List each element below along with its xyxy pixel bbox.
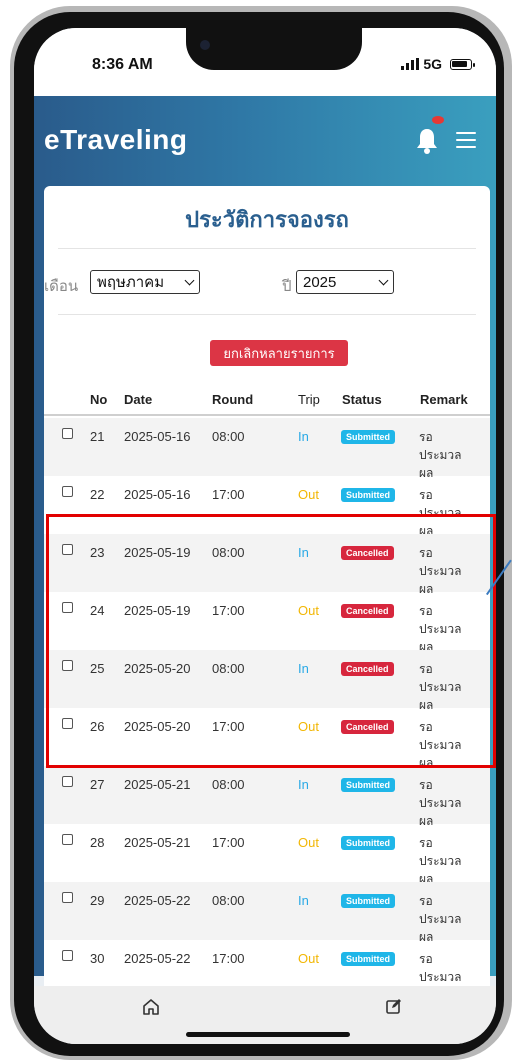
divider (58, 248, 476, 249)
status-badge: Submitted (341, 836, 395, 850)
row-trip: In (298, 429, 309, 444)
row-trip: In (298, 893, 309, 908)
table-row[interactable]: 30 2025-05-22 17:00 Out Submitted รอประมวลผล (44, 940, 490, 986)
row-round: 08:00 (212, 893, 245, 908)
row-trip: Out (298, 951, 319, 966)
header-trip: Trip (298, 392, 320, 407)
notification-dot (432, 116, 444, 124)
year-select[interactable]: 2025 (296, 270, 394, 294)
row-round: 17:00 (212, 951, 245, 966)
home-icon[interactable] (142, 998, 160, 1016)
camera-dot (200, 40, 210, 50)
row-date: 2025-05-21 (124, 777, 191, 792)
status-badge: Submitted (341, 488, 395, 502)
signal-icon (401, 58, 420, 70)
hamburger-icon[interactable] (456, 132, 476, 148)
row-no: 22 (90, 487, 105, 502)
status-badge: Submitted (341, 952, 395, 966)
year-label: ปี (282, 278, 292, 295)
header-status: Status (342, 392, 382, 407)
header-round: Round (212, 392, 254, 407)
row-date: 2025-05-21 (124, 835, 191, 850)
year-select-value: 2025 (303, 273, 337, 291)
row-checkbox[interactable] (62, 834, 73, 845)
month-select-value: พฤษภาคม (97, 274, 165, 291)
status-badge: Submitted (341, 894, 395, 908)
row-date: 2025-05-22 (124, 951, 191, 966)
table-row[interactable]: 28 2025-05-21 17:00 Out Submitted รอประมวลผล (44, 824, 490, 886)
row-round: 17:00 (212, 835, 245, 850)
home-indicator[interactable] (186, 1032, 350, 1037)
table-header: No Date Round Trip Status Remark (44, 382, 490, 416)
row-trip: In (298, 777, 309, 792)
month-select[interactable]: พฤษภาคม (90, 270, 200, 294)
month-label: เดือน (44, 278, 79, 295)
brand-logo[interactable]: eTraveling (44, 124, 188, 156)
row-checkbox[interactable] (62, 428, 73, 439)
row-remark: รอประมวลผล (419, 430, 462, 480)
row-remark: รอประมวลผล (419, 894, 462, 944)
battery-icon (450, 58, 475, 70)
page-title: ประวัติการจองรถ (185, 207, 349, 232)
header-date: Date (124, 392, 153, 407)
row-no: 30 (90, 951, 105, 966)
bell-icon[interactable] (414, 126, 440, 156)
row-trip: Out (298, 487, 319, 502)
row-no: 28 (90, 835, 105, 850)
row-remark: รอประมวลผล (419, 778, 462, 828)
app-header: eTraveling (34, 96, 496, 186)
table-row[interactable]: 27 2025-05-21 08:00 In Submitted รอประมวลผล (44, 766, 490, 828)
highlight-box (46, 514, 496, 768)
row-no: 27 (90, 777, 105, 792)
table-row[interactable]: 21 2025-05-16 08:00 In Submitted รอประมวลผล (44, 418, 490, 480)
row-round: 08:00 (212, 429, 245, 444)
row-remark: รอประมวลผล (419, 952, 462, 984)
network-label: 5G (423, 56, 442, 72)
edit-icon[interactable] (386, 998, 402, 1014)
row-checkbox[interactable] (62, 486, 73, 497)
row-round: 17:00 (212, 487, 245, 502)
status-bar: 8:36 AM 5G (34, 28, 496, 96)
row-checkbox[interactable] (62, 950, 73, 961)
header-remark: Remark (420, 392, 468, 407)
screenshot-stage: 8:36 AM 5G eTraveling ประวัติการจองรถ เด… (0, 0, 518, 1064)
cancel-multiple-button[interactable]: ยกเลิกหลายรายการ (210, 340, 348, 366)
bottom-nav (34, 986, 496, 1044)
row-checkbox[interactable] (62, 892, 73, 903)
divider (58, 314, 476, 315)
status-time: 8:36 AM (92, 56, 153, 73)
row-date: 2025-05-16 (124, 429, 191, 444)
status-badge: Submitted (341, 778, 395, 792)
table-row[interactable]: 29 2025-05-22 08:00 In Submitted รอประมวลผล (44, 882, 490, 944)
row-round: 08:00 (212, 777, 245, 792)
header-no: No (90, 392, 108, 407)
chevron-down-icon (184, 275, 195, 285)
row-remark: รอประมวลผล (419, 836, 462, 886)
chevron-down-icon (378, 275, 389, 285)
row-no: 21 (90, 429, 105, 444)
row-date: 2025-05-22 (124, 893, 191, 908)
row-trip: Out (298, 835, 319, 850)
row-no: 29 (90, 893, 105, 908)
status-indicators: 5G (401, 56, 475, 72)
row-checkbox[interactable] (62, 776, 73, 787)
dynamic-island (186, 28, 362, 70)
row-date: 2025-05-16 (124, 487, 191, 502)
status-badge: Submitted (341, 430, 395, 444)
